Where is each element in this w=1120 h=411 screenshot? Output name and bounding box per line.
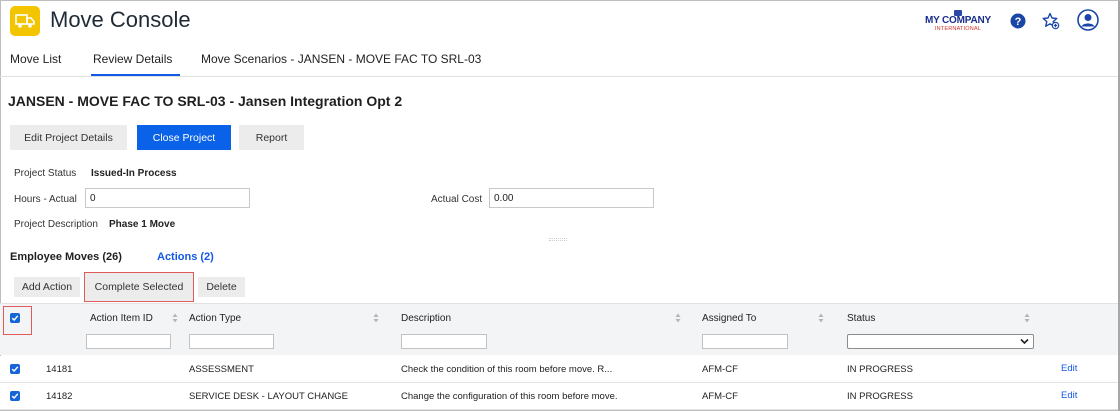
favorites-button[interactable] xyxy=(1040,10,1062,32)
app-title: Move Console xyxy=(50,7,191,32)
filter-assigned-to[interactable] xyxy=(702,334,788,349)
checkmark-icon xyxy=(11,315,19,322)
column-header-assigned-to[interactable]: Assigned To xyxy=(702,313,756,324)
add-action-button[interactable]: Add Action xyxy=(14,277,80,297)
hours-actual-input[interactable] xyxy=(85,188,250,208)
select-all-checkbox[interactable] xyxy=(10,313,20,323)
resize-grip-handle[interactable] xyxy=(549,238,567,241)
user-account-button[interactable] xyxy=(1076,8,1100,32)
project-status-value: Issued-In Process xyxy=(91,168,177,179)
help-icon: ? xyxy=(1010,13,1026,29)
sort-icon[interactable] xyxy=(675,313,681,323)
edit-project-details-button[interactable]: Edit Project Details xyxy=(10,125,127,150)
logo-sub-text: INTERNATIONAL xyxy=(934,26,982,32)
project-status-label: Project Status xyxy=(14,168,77,179)
cell-description: Change the configuration of this room be… xyxy=(401,391,618,402)
tab-move-scenarios[interactable]: Move Scenarios - JANSEN - MOVE FAC TO SR… xyxy=(201,52,481,76)
edit-link[interactable]: Edit xyxy=(1061,390,1077,401)
cell-action-item-id: 14181 xyxy=(46,364,73,375)
cell-description: Check the condition of this room before … xyxy=(401,364,613,375)
favorites-star-icon xyxy=(1042,12,1060,30)
project-description-label: Project Description xyxy=(14,219,98,230)
edit-link[interactable]: Edit xyxy=(1061,363,1077,374)
chevron-down-icon xyxy=(1020,338,1029,345)
cell-action-item-id: 14182 xyxy=(46,391,73,402)
column-header-description[interactable]: Description xyxy=(401,313,451,324)
row-checkbox[interactable] xyxy=(10,364,20,374)
move-truck-icon xyxy=(10,6,40,36)
tab-actions[interactable]: Actions (2) xyxy=(157,251,214,263)
cell-action-type: ASSESSMENT xyxy=(189,364,254,375)
report-button[interactable]: Report xyxy=(239,125,304,150)
sort-icon[interactable] xyxy=(172,313,178,323)
column-header-action-item-id[interactable]: Action Item ID xyxy=(90,313,153,324)
sort-icon[interactable] xyxy=(818,313,824,323)
column-header-action-type[interactable]: Action Type xyxy=(189,313,241,324)
hours-actual-label: Hours - Actual xyxy=(14,194,77,205)
checkmark-icon xyxy=(11,366,19,373)
page-title: JANSEN - MOVE FAC TO SRL-03 - Jansen Int… xyxy=(8,93,403,109)
cell-assigned-to: AFM-CF xyxy=(702,364,738,375)
actual-cost-input[interactable] xyxy=(489,188,654,208)
close-project-button[interactable]: Close Project xyxy=(137,125,231,150)
sort-icon[interactable] xyxy=(1024,313,1030,323)
delete-button[interactable]: Delete xyxy=(198,277,245,297)
filter-action-type[interactable] xyxy=(189,334,274,349)
help-button[interactable]: ? xyxy=(1007,10,1029,32)
table-row[interactable]: 14181 ASSESSMENT Check the condition of … xyxy=(0,356,1118,383)
actual-cost-label: Actual Cost xyxy=(431,194,483,205)
company-logo: MY COMPANY INTERNATIONAL xyxy=(922,10,994,34)
main-tabs: Move List Review Details Move Scenarios … xyxy=(10,52,481,76)
tab-review-details[interactable]: Review Details xyxy=(91,52,180,76)
checkmark-icon xyxy=(11,393,19,400)
cell-action-type: SERVICE DESK - LAYOUT CHANGE xyxy=(189,391,348,402)
row-checkbox[interactable] xyxy=(10,391,20,401)
svg-text:?: ? xyxy=(1015,16,1022,28)
project-description-value: Phase 1 Move xyxy=(109,219,176,230)
column-header-status[interactable]: Status xyxy=(847,313,875,324)
cell-status: IN PROGRESS xyxy=(847,364,913,375)
sort-icon[interactable] xyxy=(373,313,379,323)
filter-description[interactable] xyxy=(401,334,487,349)
table-row[interactable]: 14182 SERVICE DESK - LAYOUT CHANGE Chang… xyxy=(0,383,1118,410)
tabs-divider xyxy=(0,76,1118,77)
tab-move-list[interactable]: Move List xyxy=(10,52,91,76)
logo-main-text: MY COMPANY xyxy=(925,15,991,26)
user-avatar-icon xyxy=(1077,9,1099,31)
cell-assigned-to: AFM-CF xyxy=(702,391,738,402)
tab-employee-moves[interactable]: Employee Moves (26) xyxy=(10,251,122,263)
complete-selected-button[interactable]: Complete Selected xyxy=(84,272,194,302)
cell-status: IN PROGRESS xyxy=(847,391,913,402)
filter-status-select[interactable] xyxy=(847,334,1034,349)
filter-action-item-id[interactable] xyxy=(86,334,171,349)
